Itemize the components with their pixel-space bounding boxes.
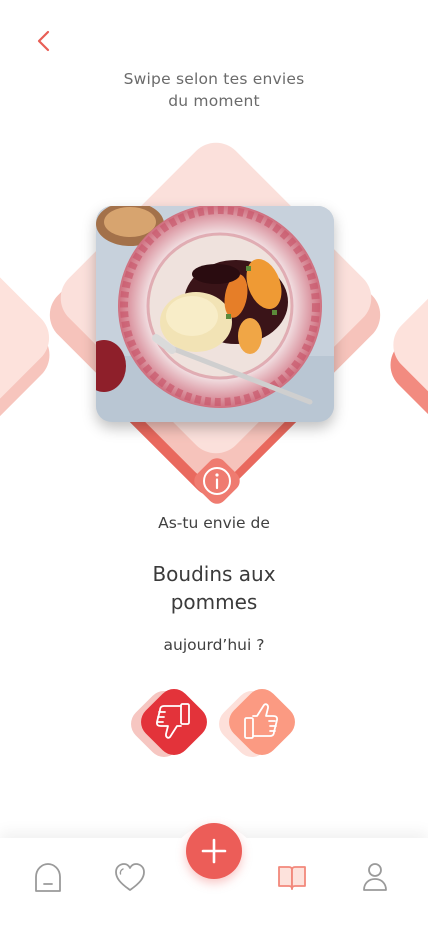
- page-subtitle: Swipe selon tes envies du moment: [0, 68, 428, 112]
- recipe-card[interactable]: [96, 206, 334, 422]
- info-button[interactable]: [190, 454, 244, 508]
- thumbs-up-icon: [244, 703, 278, 739]
- prev-card-diamond[interactable]: [0, 233, 61, 443]
- subtitle-line-1: Swipe selon tes envies: [123, 70, 305, 88]
- recipe-photo: [96, 206, 334, 422]
- subtitle-line-2: du moment: [168, 92, 260, 110]
- nav-home[interactable]: [28, 857, 68, 897]
- nav-favorites[interactable]: [110, 857, 150, 897]
- info-icon: [203, 467, 231, 495]
- recipe-title-wrap: Boudins aux pommes: [0, 560, 428, 616]
- plus-icon: [201, 838, 227, 864]
- heart-icon: [115, 863, 145, 891]
- recipe-title: Boudins aux pommes: [152, 562, 276, 614]
- question-suffix: aujourd’hui ?: [163, 636, 265, 654]
- chevron-left-icon: [37, 30, 50, 52]
- next-card-diamond[interactable]: [381, 241, 428, 449]
- thumbs-down-icon: [156, 703, 190, 739]
- dislike-button[interactable]: [124, 682, 214, 764]
- home-icon: [35, 863, 61, 892]
- like-button[interactable]: [212, 682, 302, 764]
- question-text: As-tu envie de: [158, 514, 270, 532]
- book-icon: [278, 866, 306, 890]
- nav-recipes[interactable]: [272, 857, 312, 897]
- user-icon: [363, 863, 387, 891]
- nav-profile[interactable]: [355, 857, 395, 897]
- back-button[interactable]: [30, 26, 60, 56]
- add-recipe-button[interactable]: [186, 823, 242, 879]
